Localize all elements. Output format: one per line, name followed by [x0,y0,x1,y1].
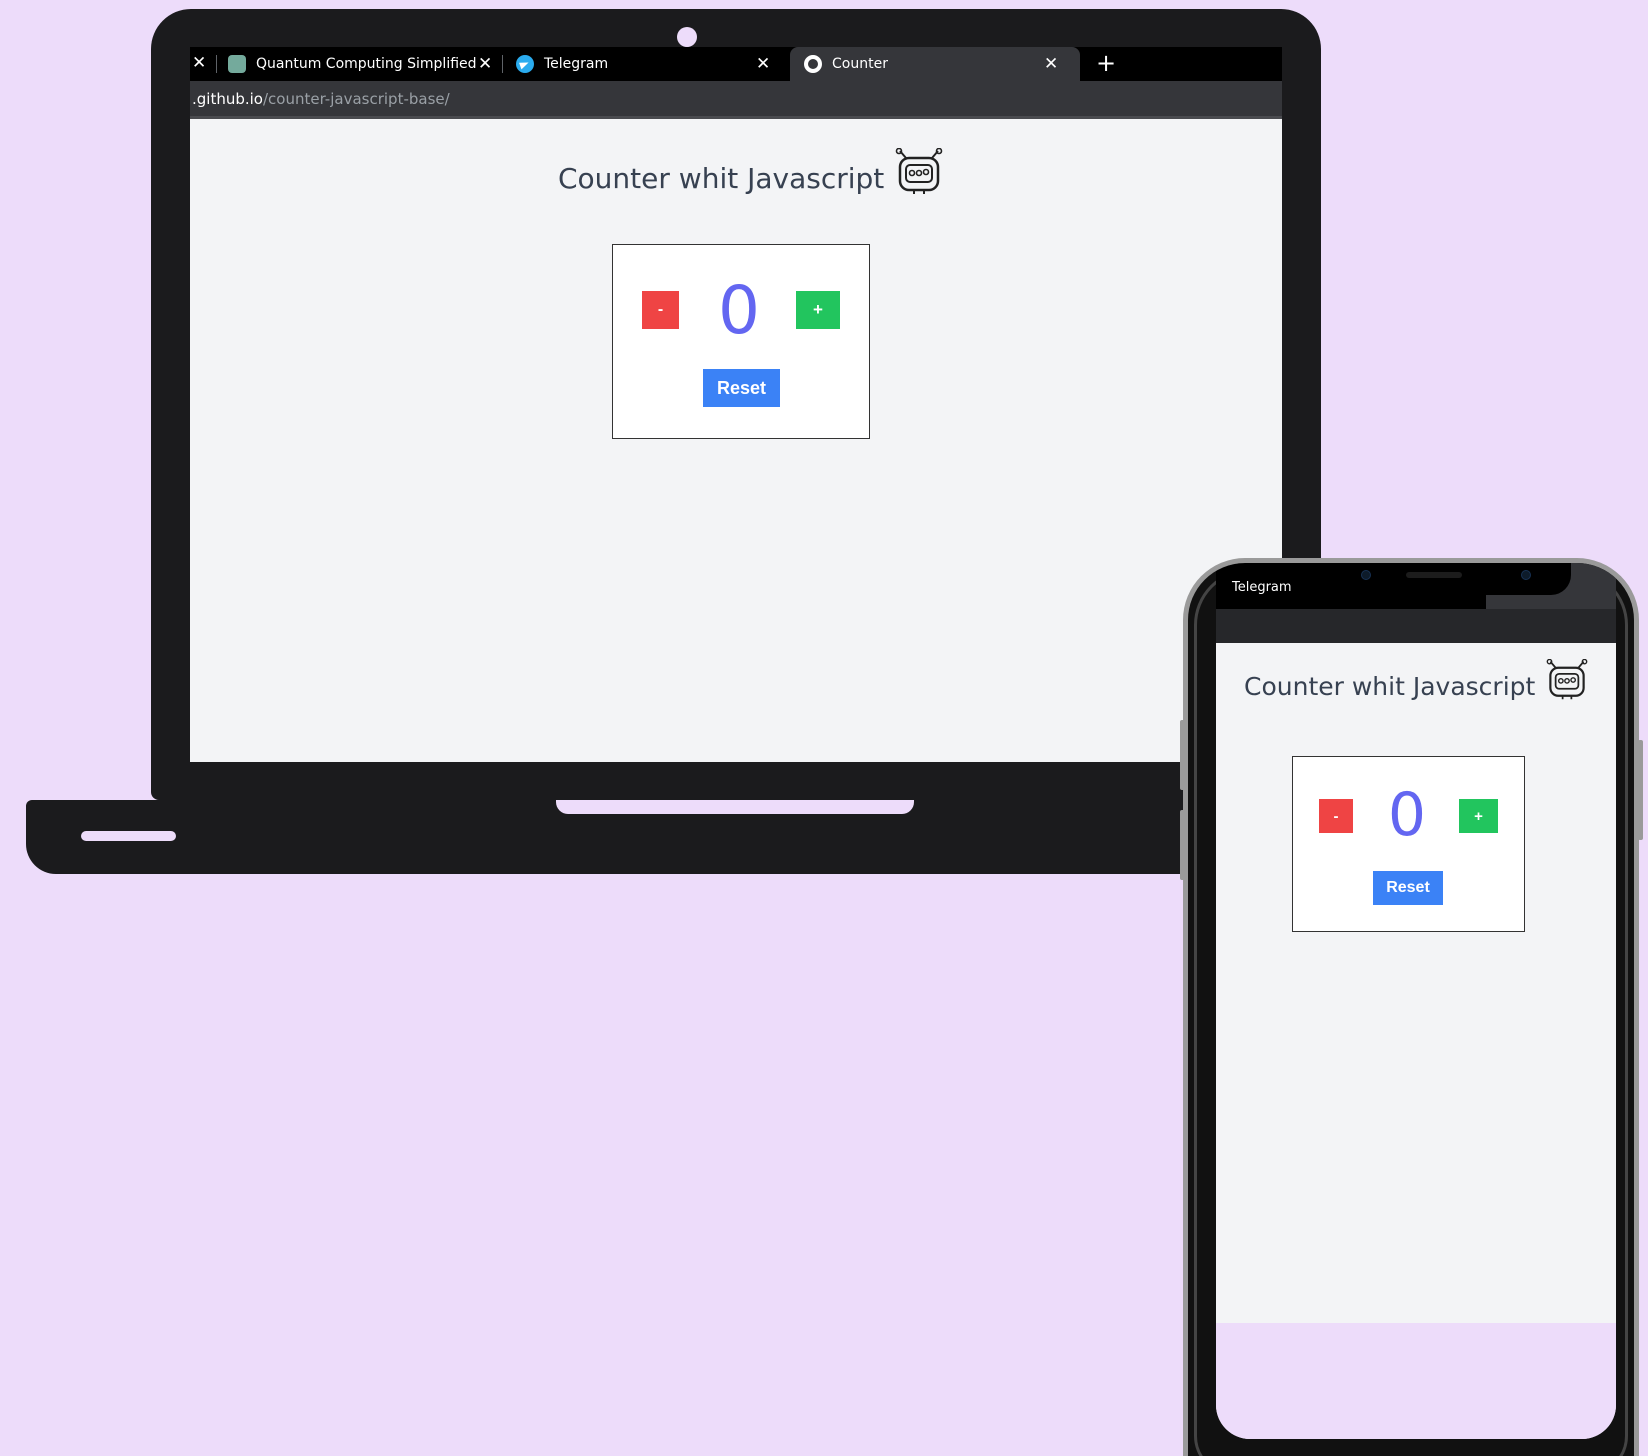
phone-empty-area [1216,1323,1616,1439]
tab-separator [502,55,503,73]
page-title-text: Counter whit Javascript [558,161,885,195]
phone-page-title-text: Counter whit Javascript [1244,671,1536,701]
close-tab-icon[interactable]: ✕ [1044,54,1058,74]
counter-value: 0 [718,272,760,349]
tab-counter[interactable]: Counter ✕ [790,47,1080,81]
new-tab-button[interactable]: + [1096,49,1116,77]
phone-frame: Telegram nter Counter whit Javascript [1183,558,1639,1456]
robot-icon [1546,659,1588,700]
phone-screen: Telegram nter Counter whit Javascript [1216,563,1616,1439]
phone-notch [1321,563,1571,595]
laptop-screen: ✕ Quantum Computing Simplified ✕ Telegra… [190,47,1282,762]
phone-page-content: Counter whit Javascript - 0 + Reset [1216,643,1616,1323]
webcam [677,27,697,47]
counter-card: - 0 + Reset [612,244,870,439]
tab-telegram[interactable]: Telegram ✕ [516,47,786,81]
phone-tab-bar: Telegram nter [1216,563,1616,609]
laptop-base-notch [556,800,914,814]
laptop-base-indicator [81,831,176,841]
chatgpt-icon [228,55,246,73]
phone-address-bar[interactable] [1216,609,1616,643]
url-path: /counter-javascript-base/ [263,90,450,108]
page-title: Counter whit Javascript [558,148,944,196]
close-tab-icon[interactable]: ✕ [478,54,492,74]
robot-icon [895,148,943,194]
globe-icon [804,55,822,73]
phone-camera [1361,570,1371,580]
decrement-button[interactable]: - [642,291,679,329]
phone-page-title: Counter whit Javascript [1244,659,1589,701]
phone-reset-button[interactable]: Reset [1373,871,1443,905]
page-content: Counter whit Javascript - 0 + Reset [190,122,1282,762]
phone-sensor [1521,570,1531,580]
url-host: .github.io [192,90,263,108]
close-tab-icon[interactable]: ✕ [192,53,206,73]
phone-increment-button[interactable]: + [1459,799,1498,833]
phone-counter-value: 0 [1387,780,1427,850]
increment-button[interactable]: + [796,291,840,329]
reset-button[interactable]: Reset [703,369,780,407]
tab-separator [216,55,217,73]
url-text[interactable]: .github.io/counter-javascript-base/ [192,90,450,108]
address-bar[interactable]: .github.io/counter-javascript-base/ [190,81,1282,119]
phone-speaker [1406,572,1462,578]
phone-counter-card: - 0 + Reset [1292,756,1525,932]
browser-tab-bar: ✕ Quantum Computing Simplified ✕ Telegra… [190,47,1282,81]
phone-decrement-button[interactable]: - [1319,799,1353,833]
phone-tab-telegram[interactable]: Telegram [1232,580,1292,595]
telegram-icon [516,55,534,73]
tab-quantum-computing[interactable]: Quantum Computing Simplified ✕ [228,47,492,81]
close-tab-icon[interactable]: ✕ [756,54,770,74]
